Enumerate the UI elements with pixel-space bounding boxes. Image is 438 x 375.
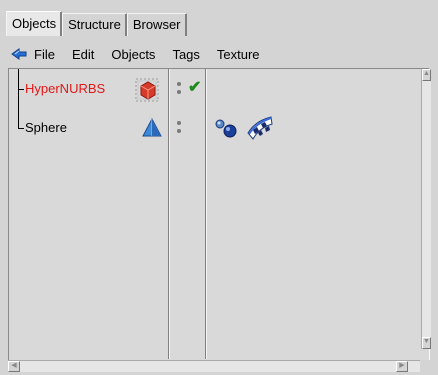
tree-connector-vertical xyxy=(18,69,19,129)
editor-visibility-dot[interactable] xyxy=(177,82,181,86)
column-divider-names[interactable] xyxy=(168,69,169,359)
object-list-panel: HyperNURBS ✔ Sphere ▲ ▼ xyxy=(8,68,431,364)
object-name-sphere[interactable]: Sphere xyxy=(25,120,67,135)
scroll-down-button[interactable]: ▼ xyxy=(422,337,431,349)
horizontal-scrollbar[interactable]: ◀ ▶ xyxy=(8,360,420,372)
tab-structure[interactable]: Structure xyxy=(62,13,127,36)
phong-tag-icon[interactable] xyxy=(213,117,239,139)
sphere-cone-icon[interactable] xyxy=(141,117,163,139)
menu-texture[interactable]: Texture xyxy=(217,47,260,62)
tree-connector-sphere xyxy=(18,128,24,129)
scroll-left-button[interactable]: ◀ xyxy=(8,361,20,372)
texture-tag-icon[interactable] xyxy=(245,113,275,141)
menu-objects[interactable]: Objects xyxy=(111,47,155,62)
render-visibility-dot-sphere[interactable] xyxy=(177,129,181,133)
render-visibility-dot[interactable] xyxy=(177,90,181,94)
menu-file[interactable]: File xyxy=(34,47,55,62)
vertical-scrollbar[interactable]: ▲ ▼ xyxy=(421,69,431,349)
tab-browser[interactable]: Browser xyxy=(126,13,187,36)
tab-objects[interactable]: Objects xyxy=(6,11,63,36)
hypernurbs-cube-icon[interactable] xyxy=(135,77,161,103)
menu-bar: File Edit Objects Tags Texture xyxy=(10,44,277,64)
object-name-hypernurbs[interactable]: HyperNURBS xyxy=(25,81,105,96)
enabled-check-icon[interactable]: ✔ xyxy=(188,77,201,97)
scroll-up-button[interactable]: ▲ xyxy=(422,69,431,81)
menu-edit[interactable]: Edit xyxy=(72,47,94,62)
tab-bar: Objects Structure Browser xyxy=(6,11,187,36)
manager-arrow-icon[interactable] xyxy=(10,46,28,62)
column-divider-tags[interactable] xyxy=(205,69,206,359)
scroll-right-button[interactable]: ▶ xyxy=(396,361,408,372)
scrollbar-corner xyxy=(420,360,430,372)
tree-connector-hypernurbs xyxy=(18,89,24,90)
editor-visibility-dot-sphere[interactable] xyxy=(177,121,181,125)
object-manager-window: Objects Structure Browser File Edit Obje… xyxy=(0,0,438,375)
menu-tags[interactable]: Tags xyxy=(172,47,199,62)
